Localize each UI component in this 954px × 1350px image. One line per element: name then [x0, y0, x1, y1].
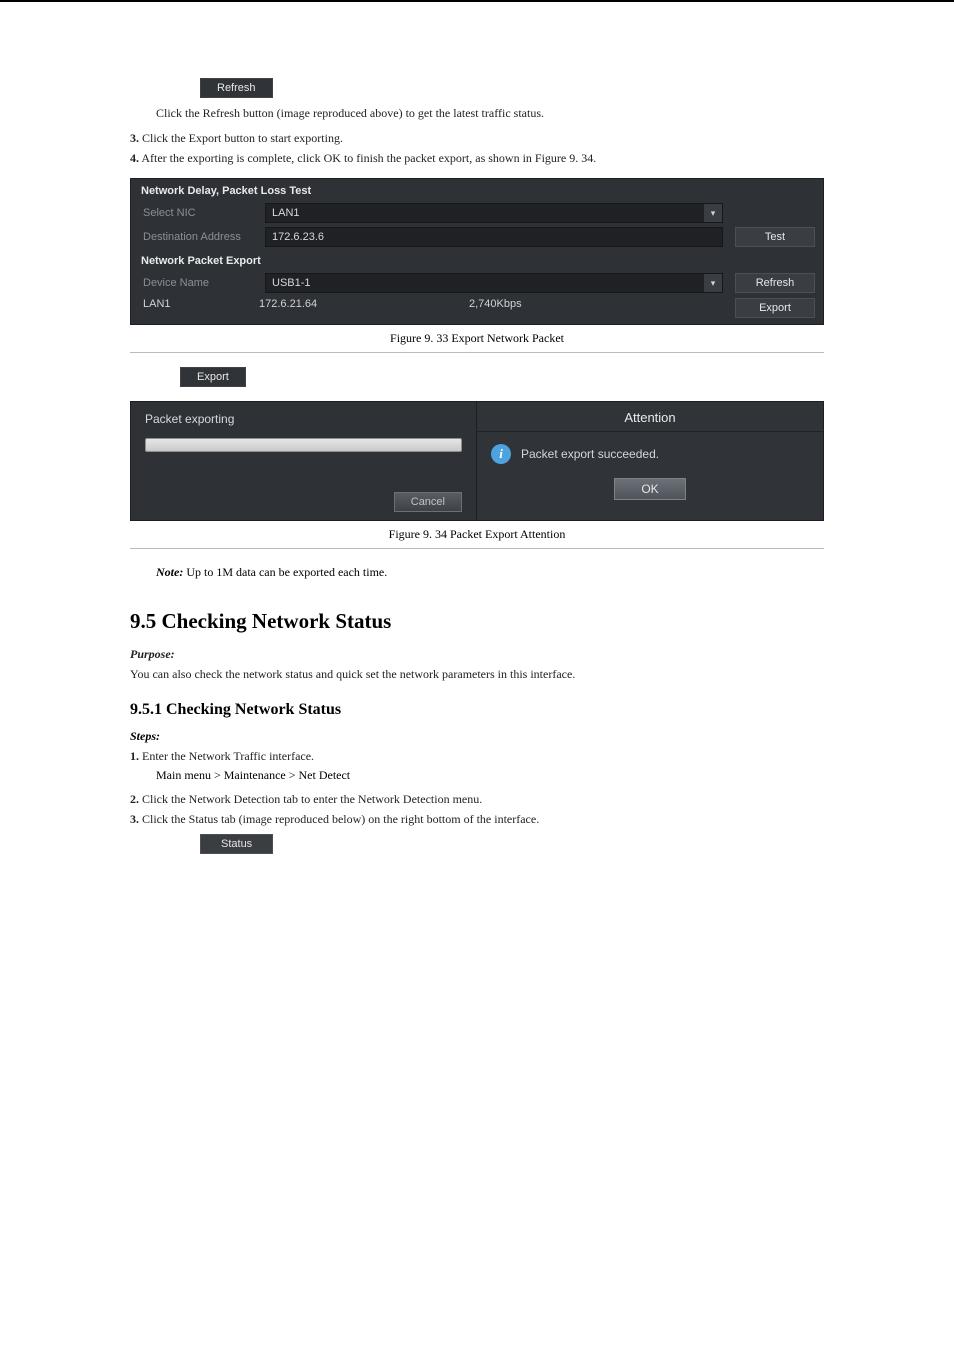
refresh-image-ref: Refresh: [200, 78, 273, 98]
step3: 3. Click the Export button to start expo…: [130, 130, 824, 147]
section-b-title: Network Packet Export: [131, 249, 823, 271]
step2b-label: 2.: [130, 792, 139, 806]
divider: [130, 548, 824, 549]
step2b: 2. Click the Network Detection tab to en…: [130, 791, 824, 808]
step4-text: After the exporting is complete, click O…: [141, 151, 596, 165]
step3b-label: 3.: [130, 812, 139, 826]
step4: 4. After the exporting is complete, clic…: [130, 150, 824, 167]
export-tab-image-ref: Export: [180, 367, 246, 387]
step2b-text: Click the Network Detection tab to enter…: [142, 792, 482, 806]
figure-9-34-caption: Figure 9. 34 Packet Export Attention: [130, 527, 824, 542]
network-detection-panel: Network Delay, Packet Loss Test Select N…: [130, 178, 824, 325]
refresh-button[interactable]: Refresh: [735, 273, 815, 293]
purpose-label: Purpose:: [130, 647, 175, 661]
purpose-text: You can also check the network status an…: [130, 666, 824, 683]
purpose-block: Purpose:: [130, 646, 824, 663]
status-tab-image-ref: Status: [200, 834, 273, 854]
select-nic-value: LAN1: [272, 207, 300, 219]
bitrate-cell: 2,740Kbps: [469, 298, 729, 318]
section-a-title: Network Delay, Packet Loss Test: [131, 179, 823, 201]
step3-label: 3.: [130, 131, 139, 145]
step3-text: Click the Export button to start exporti…: [142, 131, 343, 145]
step3b: 3. Click the Status tab (image reproduce…: [130, 811, 824, 828]
device-name-dropdown[interactable]: USB1-1 ▾: [265, 273, 723, 293]
progress-bar: [145, 438, 462, 452]
steps-label: Steps:: [130, 729, 824, 744]
step2-continued: Click the Refresh button (image reproduc…: [156, 105, 824, 122]
divider: [130, 352, 824, 353]
chevron-down-icon: ▾: [704, 204, 722, 222]
device-name-row: Device Name USB1-1 ▾ Refresh: [131, 271, 823, 295]
ok-button[interactable]: OK: [614, 478, 685, 500]
device-name-value: USB1-1: [272, 277, 311, 289]
dest-addr-input[interactable]: 172.6.23.6: [265, 227, 723, 247]
step1-text: Enter the Network Traffic interface.: [142, 749, 314, 763]
attention-dialog: Attention i Packet export succeeded. OK: [477, 401, 824, 521]
dest-addr-value: 172.6.23.6: [272, 231, 324, 243]
ip-cell: 172.6.21.64: [259, 298, 469, 318]
attention-message: Packet export succeeded.: [521, 447, 659, 461]
heading-9-5-1: 9.5.1 Checking Network Status: [130, 701, 824, 719]
info-icon: i: [491, 444, 511, 464]
lan1-cell: LAN1: [139, 298, 259, 318]
note-block: Note: Up to 1M data can be exported each…: [156, 563, 824, 581]
device-name-label: Device Name: [139, 277, 259, 289]
heading-9-5: 9.5 Checking Network Status: [130, 609, 824, 634]
export-data-row: LAN1 172.6.21.64 2,740Kbps Export: [131, 295, 823, 324]
figure-9-33-caption: Figure 9. 33 Export Network Packet: [130, 331, 824, 346]
note-label: Note:: [156, 565, 183, 579]
select-nic-row: Select NIC LAN1 ▾: [131, 201, 823, 225]
cancel-button[interactable]: Cancel: [394, 492, 462, 512]
select-nic-dropdown[interactable]: LAN1 ▾: [265, 203, 723, 223]
test-button[interactable]: Test: [735, 227, 815, 247]
chevron-down-icon: ▾: [704, 274, 722, 292]
packet-exporting-title: Packet exporting: [145, 412, 462, 426]
step3b-text: Click the Status tab (image reproduced b…: [142, 812, 539, 826]
export-button[interactable]: Export: [735, 298, 815, 318]
select-nic-label: Select NIC: [139, 207, 259, 219]
step1: 1. Enter the Network Traffic interface.: [130, 748, 824, 765]
export-dialog-figures: Packet exporting Cancel Attention i Pack…: [130, 401, 824, 521]
dest-addr-label: Destination Address: [139, 231, 259, 243]
note-text: Up to 1M data can be exported each time.: [186, 565, 387, 579]
packet-exporting-dialog: Packet exporting Cancel: [130, 401, 477, 521]
step1-label: 1.: [130, 749, 139, 763]
attention-title: Attention: [477, 402, 823, 432]
nav-path: Main menu > Maintenance > Net Detect: [156, 768, 824, 783]
step4-label: 4.: [130, 151, 139, 165]
dest-addr-row: Destination Address 172.6.23.6 Test: [131, 225, 823, 249]
